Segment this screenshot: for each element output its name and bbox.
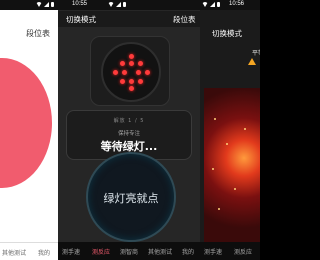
status-time: 10:56 bbox=[229, 1, 245, 7]
rank-table-title[interactable]: 段位表 bbox=[26, 28, 50, 39]
status-time: 10:55 bbox=[72, 1, 88, 7]
round-counter: 解放 1 / 5 bbox=[113, 118, 145, 124]
led-dot bbox=[122, 70, 127, 75]
wifi-icon bbox=[108, 2, 114, 7]
nav-mine[interactable]: 我的 bbox=[38, 248, 50, 257]
explosion-animation bbox=[204, 88, 260, 242]
led-dot bbox=[129, 79, 134, 84]
status-bar: 10:55 bbox=[58, 0, 200, 10]
switch-mode-button[interactable]: 切换模式 bbox=[212, 28, 242, 39]
signal-icon bbox=[44, 2, 49, 7]
status-bar bbox=[0, 0, 58, 10]
middle-screenshot: 10:55 切换模式 段位表 解放 1 / 5 保持专注 等待绿灯... 绿灯亮… bbox=[58, 0, 200, 260]
bottom-nav: 其他测试 我的 bbox=[0, 242, 58, 260]
result-badge: 平等 bbox=[251, 50, 260, 57]
spark bbox=[226, 143, 228, 145]
tap-button-label: 绿灯亮就点 bbox=[103, 192, 159, 205]
led-dot bbox=[113, 70, 118, 75]
battery-icon bbox=[123, 2, 126, 7]
nav-other-tests[interactable]: 其他测试 bbox=[2, 248, 26, 257]
spark bbox=[234, 188, 236, 190]
led-dot bbox=[129, 86, 134, 91]
led-dot bbox=[145, 70, 150, 75]
nav-mine[interactable]: 我的 bbox=[182, 247, 194, 256]
led-dot bbox=[136, 70, 141, 75]
traffic-light-panel bbox=[90, 36, 170, 106]
wifi-icon bbox=[202, 2, 208, 7]
warning-icon bbox=[248, 58, 256, 65]
pink-result-circle bbox=[0, 58, 52, 188]
bottom-nav: 测手速 测反应 测智商 其他测试 我的 bbox=[58, 242, 200, 260]
spark bbox=[244, 128, 246, 130]
nav-reaction-test[interactable]: 测反应 bbox=[92, 247, 110, 256]
battery-icon bbox=[217, 2, 220, 7]
led-dot bbox=[120, 79, 125, 84]
header: 切换模式 段位表 bbox=[58, 11, 200, 27]
spark bbox=[212, 168, 214, 170]
signal-icon bbox=[116, 2, 121, 7]
red-light-bulb bbox=[101, 42, 161, 102]
rank-table-link[interactable]: 段位表 bbox=[173, 14, 196, 25]
nav-reaction-test[interactable]: 测反应 bbox=[234, 247, 252, 256]
right-screenshot: 10:56 切换模式 平等 测手速 测反应 bbox=[200, 0, 260, 260]
nav-other-tests[interactable]: 其他测试 bbox=[148, 247, 172, 256]
led-dot bbox=[138, 79, 143, 84]
led-dot bbox=[129, 54, 134, 59]
battery-icon bbox=[51, 2, 54, 7]
nav-speed-test[interactable]: 测手速 bbox=[204, 247, 222, 256]
spark bbox=[214, 118, 216, 120]
focus-hint: 保持专注 bbox=[117, 131, 140, 137]
signal-icon bbox=[210, 2, 215, 7]
switch-mode-button[interactable]: 切换模式 bbox=[66, 14, 96, 25]
tap-on-green-button[interactable]: 绿灯亮就点 bbox=[86, 152, 176, 242]
wifi-icon bbox=[36, 2, 42, 7]
status-bar: 10:56 bbox=[200, 0, 260, 10]
nav-iq-test[interactable]: 测智商 bbox=[120, 247, 138, 256]
led-dot bbox=[138, 61, 143, 66]
led-dot bbox=[129, 61, 134, 66]
bottom-nav: 测手速 测反应 bbox=[200, 242, 260, 260]
spark bbox=[218, 208, 220, 210]
left-screenshot: 段位表 其他测试 我的 bbox=[0, 0, 58, 260]
nav-speed-test[interactable]: 测手速 bbox=[62, 247, 80, 256]
led-dot bbox=[120, 61, 125, 66]
